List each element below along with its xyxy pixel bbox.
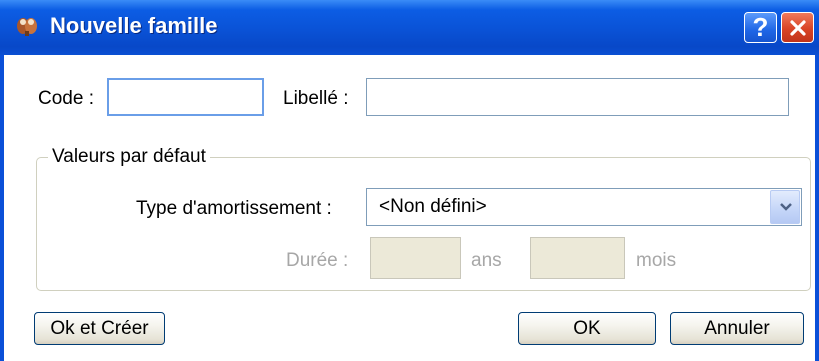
type-amortissement-label: Type d'amortissement : bbox=[136, 198, 332, 219]
close-button[interactable] bbox=[781, 12, 814, 43]
type-amortissement-select[interactable]: <Non défini> bbox=[366, 188, 802, 226]
duree-ans-input[interactable] bbox=[370, 237, 461, 279]
family-icon bbox=[17, 18, 37, 36]
window-title: Nouvelle famille bbox=[50, 13, 218, 38]
chevron-down-icon bbox=[780, 203, 792, 211]
dialog-body: Code : Libellé : Valeurs par défaut Type… bbox=[4, 55, 815, 361]
close-icon bbox=[789, 19, 806, 36]
ans-label: ans bbox=[471, 250, 502, 271]
ok-button[interactable]: OK bbox=[518, 312, 656, 345]
ok-create-button[interactable]: Ok et Créer bbox=[34, 312, 165, 345]
defaults-group-title: Valeurs par défaut bbox=[48, 146, 210, 168]
libelle-label: Libellé : bbox=[283, 88, 349, 109]
title-bar[interactable]: Nouvelle famille ? bbox=[0, 0, 819, 55]
cancel-button[interactable]: Annuler bbox=[670, 312, 804, 345]
code-label: Code : bbox=[38, 88, 94, 109]
help-button[interactable]: ? bbox=[744, 12, 777, 43]
help-icon: ? bbox=[752, 12, 769, 42]
libelle-input[interactable] bbox=[366, 78, 789, 116]
duree-label: Durée : bbox=[286, 250, 349, 271]
dialog-window: Nouvelle famille ? Code : Libellé : Vale… bbox=[0, 0, 819, 361]
code-input[interactable] bbox=[107, 78, 264, 116]
mois-label: mois bbox=[636, 250, 677, 271]
dropdown-button[interactable] bbox=[770, 190, 800, 224]
type-amortissement-value: <Non défini> bbox=[379, 196, 487, 217]
duree-mois-input[interactable] bbox=[530, 237, 625, 279]
